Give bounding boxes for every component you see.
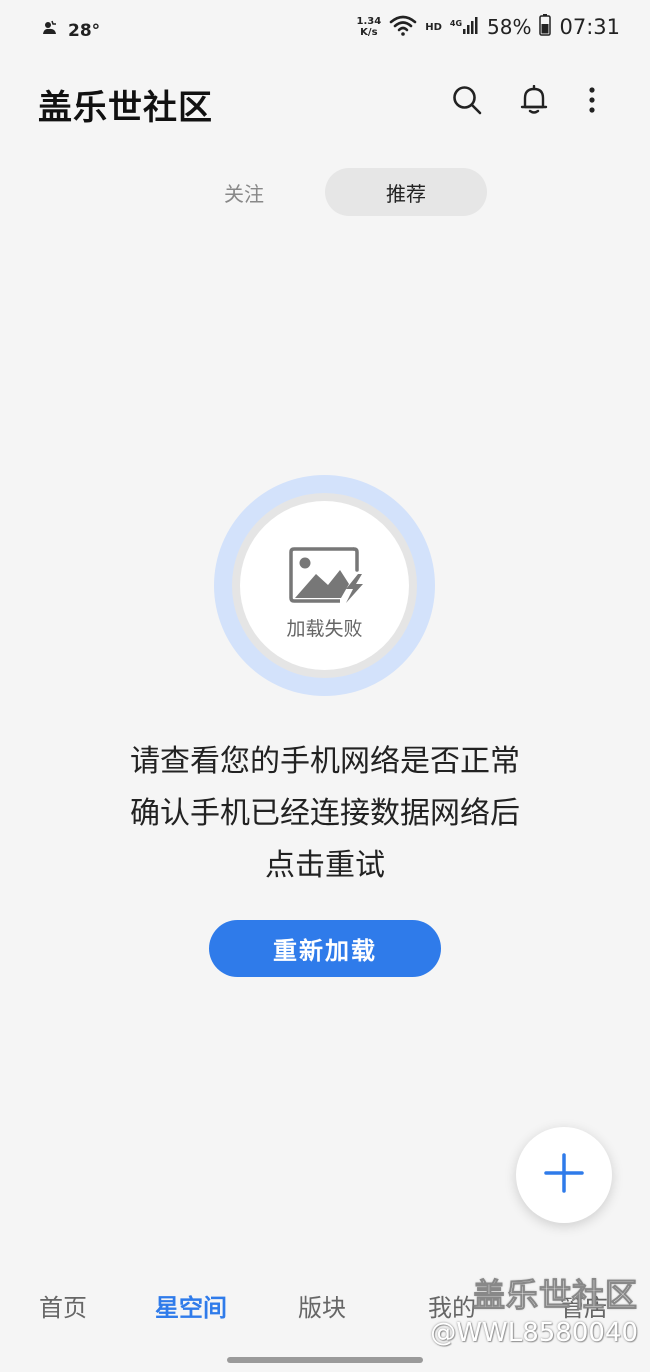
search-icon	[452, 85, 482, 119]
clock: 07:31	[559, 15, 620, 39]
error-message-line: 确认手机已经连接数据网络后	[130, 796, 520, 831]
search-button[interactable]	[449, 84, 485, 120]
more-vertical-icon	[588, 86, 596, 118]
watermark-logo: 盖乐世社区	[472, 1276, 638, 1315]
status-bar: 28° 1.34 K/s HD 4G 58% 07:31	[0, 0, 650, 60]
app-title: 盖乐世社区	[38, 88, 213, 128]
status-right: 1.34 K/s HD 4G 58% 07:31	[357, 14, 620, 40]
bell-icon	[520, 84, 548, 119]
temperature: 28°	[68, 20, 101, 41]
app-header: 盖乐世社区	[0, 72, 650, 132]
net-speed: 1.34 K/s	[357, 16, 382, 38]
watermark-user: @WWL8580040	[430, 1318, 638, 1348]
page: 28° 1.34 K/s HD 4G 58% 07:31 盖乐世社区 关注 推荐…	[0, 0, 650, 1372]
create-post-button[interactable]	[516, 1127, 612, 1223]
feed-tabs: 关注 推荐	[0, 168, 650, 216]
load-failed-label: 加载失败	[286, 618, 363, 640]
home-indicator[interactable]	[227, 1357, 423, 1363]
status-left: 28°	[40, 18, 100, 43]
network-type: 4G	[449, 19, 463, 28]
tab-follow[interactable]: 关注	[164, 168, 324, 216]
load-failed-illustration: 加载失败	[214, 475, 435, 696]
reload-button[interactable]: 重新加载	[209, 920, 441, 977]
broken-image-icon	[288, 546, 368, 604]
signal-icon	[463, 16, 479, 38]
signal-indicator: 4G	[450, 16, 479, 38]
illustration-ring: 加载失败	[232, 493, 417, 678]
notifications-button[interactable]	[516, 84, 552, 120]
nav-item-boards[interactable]: 版块	[298, 1288, 346, 1323]
hd-badge: HD	[425, 21, 442, 33]
tab-recommend[interactable]: 推荐	[325, 168, 487, 216]
battery-percent: 58%	[487, 15, 532, 39]
net-speed-value: 1.34	[356, 16, 382, 27]
error-message-line: 点击重试	[265, 848, 385, 883]
battery-icon	[539, 14, 552, 40]
error-message-line: 请查看您的手机网络是否正常	[130, 744, 520, 779]
illustration-core: 加载失败	[240, 501, 409, 670]
nav-item-home[interactable]: 首页	[39, 1288, 87, 1323]
watermark: 盖乐世社区 @WWL8580040	[430, 1270, 638, 1349]
wifi-icon	[389, 14, 417, 40]
weather-icon	[40, 18, 60, 43]
nav-item-star-space[interactable]: 星空间	[155, 1288, 227, 1323]
net-speed-unit: K/s	[360, 27, 378, 38]
plus-icon	[544, 1153, 584, 1197]
more-options-button[interactable]	[574, 84, 610, 120]
error-message: 请查看您的手机网络是否正常 确认手机已经连接数据网络后 点击重试	[0, 736, 650, 892]
